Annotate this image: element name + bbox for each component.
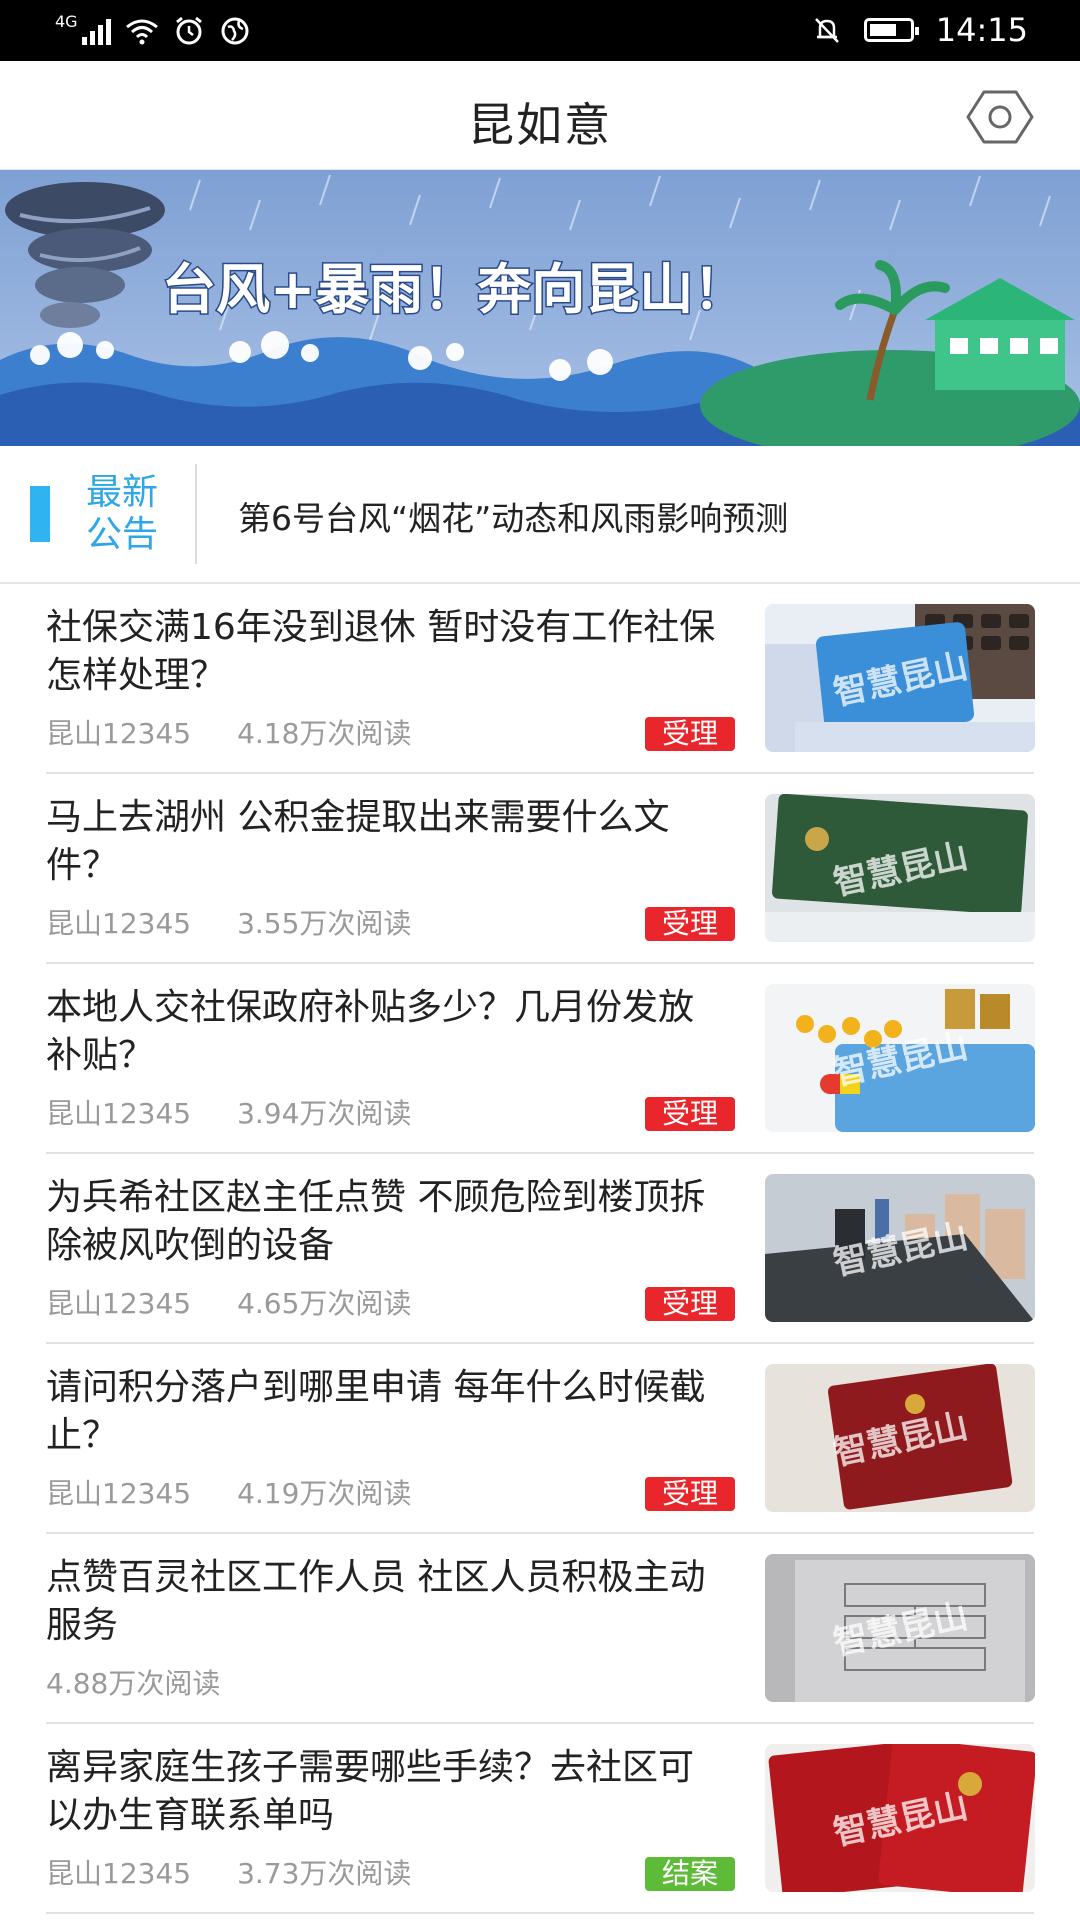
news-reads: 4.65万次阅读 [237, 1287, 412, 1320]
news-thumbnail[interactable]: 智慧昆山 [765, 794, 1035, 942]
notice-tag-line2: 公告 [85, 514, 158, 555]
news-reads: 4.19万次阅读 [237, 1477, 412, 1510]
news-reads: 3.55万次阅读 [237, 907, 412, 940]
page-title: 昆如意 [468, 98, 612, 152]
status-right-icons: 14:15 [812, 10, 1028, 50]
news-source: 昆山12345 [46, 1097, 192, 1130]
status-bar: 4G 14:15 [0, 0, 1080, 61]
banner-headline: 台风+暴雨！奔向昆山！ [162, 258, 747, 321]
news-reads: 4.18万次阅读 [237, 717, 412, 750]
notice-accent-bar [30, 486, 50, 542]
gear-icon [966, 90, 1034, 144]
news-title[interactable]: 为兵希社区赵主任点赞 不顾危险到楼顶拆除被风吹倒的设备 [46, 1174, 726, 1270]
notice-divider [195, 464, 197, 564]
status-badge: 结案 [645, 1857, 735, 1891]
news-source: 昆山12345 [46, 1857, 192, 1890]
alarm-icon [175, 16, 202, 45]
status-left-icons: 4G [55, 12, 251, 50]
news-meta: 昆山12345 3.55万次阅读 [46, 902, 411, 942]
news-thumbnail[interactable]: 智慧昆山 [765, 1554, 1035, 1702]
news-item[interactable]: 社保交满16年没到退休 暂时没有工作社保怎样处理？ 昆山12345 4.18万次… [0, 584, 1080, 774]
news-item[interactable]: 点赞百灵社区工作人员 社区人员积极主动服务 4.88万次阅读 智慧昆山 [0, 1534, 1080, 1724]
news-item[interactable]: 为兵希社区赵主任点赞 不顾危险到楼顶拆除被风吹倒的设备 昆山12345 4.65… [0, 1154, 1080, 1344]
news-thumbnail[interactable]: 智慧昆山 [765, 984, 1035, 1132]
network-type: 4G [55, 12, 78, 31]
news-title[interactable]: 社保交满16年没到退休 暂时没有工作社保怎样处理？ [46, 604, 726, 700]
news-meta: 昆山12345 4.18万次阅读 [46, 712, 411, 752]
news-source: 昆山12345 [46, 1287, 192, 1320]
news-thumbnail[interactable]: 智慧昆山 [765, 1364, 1035, 1512]
news-item[interactable]: 请问积分落户到哪里申请 每年什么时候截止？ 昆山12345 4.19万次阅读 受… [0, 1344, 1080, 1534]
news-item[interactable]: 马上去湖州 公积金提取出来需要什么文件？ 昆山12345 3.55万次阅读 受理… [0, 774, 1080, 964]
news-item[interactable]: 离异家庭生孩子需要哪些手续？去社区可以办生育联系单吗 昆山12345 3.73万… [0, 1724, 1080, 1914]
mute-bell-icon [814, 18, 839, 43]
news-title[interactable]: 请问积分落户到哪里申请 每年什么时候截止？ [46, 1364, 726, 1460]
news-title[interactable]: 离异家庭生孩子需要哪些手续？去社区可以办生育联系单吗 [46, 1744, 726, 1840]
clock: 14:15 [935, 11, 1028, 49]
news-meta: 昆山12345 3.94万次阅读 [46, 1092, 411, 1132]
banner-illustration: 台风+暴雨！奔向昆山！ [0, 170, 1080, 446]
status-badge: 受理 [645, 1477, 735, 1511]
news-title[interactable]: 点赞百灵社区工作人员 社区人员积极主动服务 [46, 1554, 726, 1650]
news-title[interactable]: 本地人交社保政府补贴多少？几月份发放补贴？ [46, 984, 726, 1080]
news-thumbnail[interactable]: 智慧昆山 [765, 1174, 1035, 1322]
news-meta: 4.88万次阅读 [46, 1662, 220, 1702]
news-thumbnail[interactable]: 智慧昆山 [765, 1744, 1035, 1892]
news-list: 社保交满16年没到退休 暂时没有工作社保怎样处理？ 昆山12345 4.18万次… [0, 584, 1080, 1914]
status-badge: 受理 [645, 907, 735, 941]
news-meta: 昆山12345 3.73万次阅读 [46, 1852, 411, 1892]
app-header: 昆如意 [0, 61, 1080, 170]
news-source: 昆山12345 [46, 907, 192, 940]
notice-tag-line1: 最新 [85, 472, 158, 513]
news-reads: 3.94万次阅读 [237, 1097, 412, 1130]
wifi-icon [125, 19, 158, 45]
signal-icon [81, 17, 111, 45]
promo-banner[interactable]: 台风+暴雨！奔向昆山！ [0, 170, 1080, 446]
status-badge: 受理 [645, 717, 735, 751]
news-thumbnail[interactable]: 智慧昆山 [765, 604, 1035, 752]
news-reads: 4.88万次阅读 [46, 1667, 221, 1700]
status-badge: 受理 [645, 1287, 735, 1321]
status-badge: 受理 [645, 1097, 735, 1131]
news-item[interactable]: 本地人交社保政府补贴多少？几月份发放补贴？ 昆山12345 3.94万次阅读 受… [0, 964, 1080, 1154]
settings-button[interactable] [964, 87, 1036, 147]
latest-notice[interactable]: 最新 公告 第6号台风“烟花”动态和风雨影响预测 [0, 446, 1080, 584]
news-reads: 3.73万次阅读 [237, 1857, 412, 1890]
news-source: 昆山12345 [46, 1477, 192, 1510]
news-title[interactable]: 马上去湖州 公积金提取出来需要什么文件？ [46, 794, 726, 890]
notice-tag: 最新 公告 [72, 472, 172, 556]
news-source: 昆山12345 [46, 717, 192, 750]
vpn-globe-icon [221, 17, 249, 45]
battery-icon [863, 18, 919, 42]
news-meta: 昆山12345 4.65万次阅读 [46, 1282, 411, 1322]
news-meta: 昆山12345 4.19万次阅读 [46, 1472, 411, 1512]
notice-headline[interactable]: 第6号台风“烟花”动态和风雨影响预测 [238, 492, 788, 540]
